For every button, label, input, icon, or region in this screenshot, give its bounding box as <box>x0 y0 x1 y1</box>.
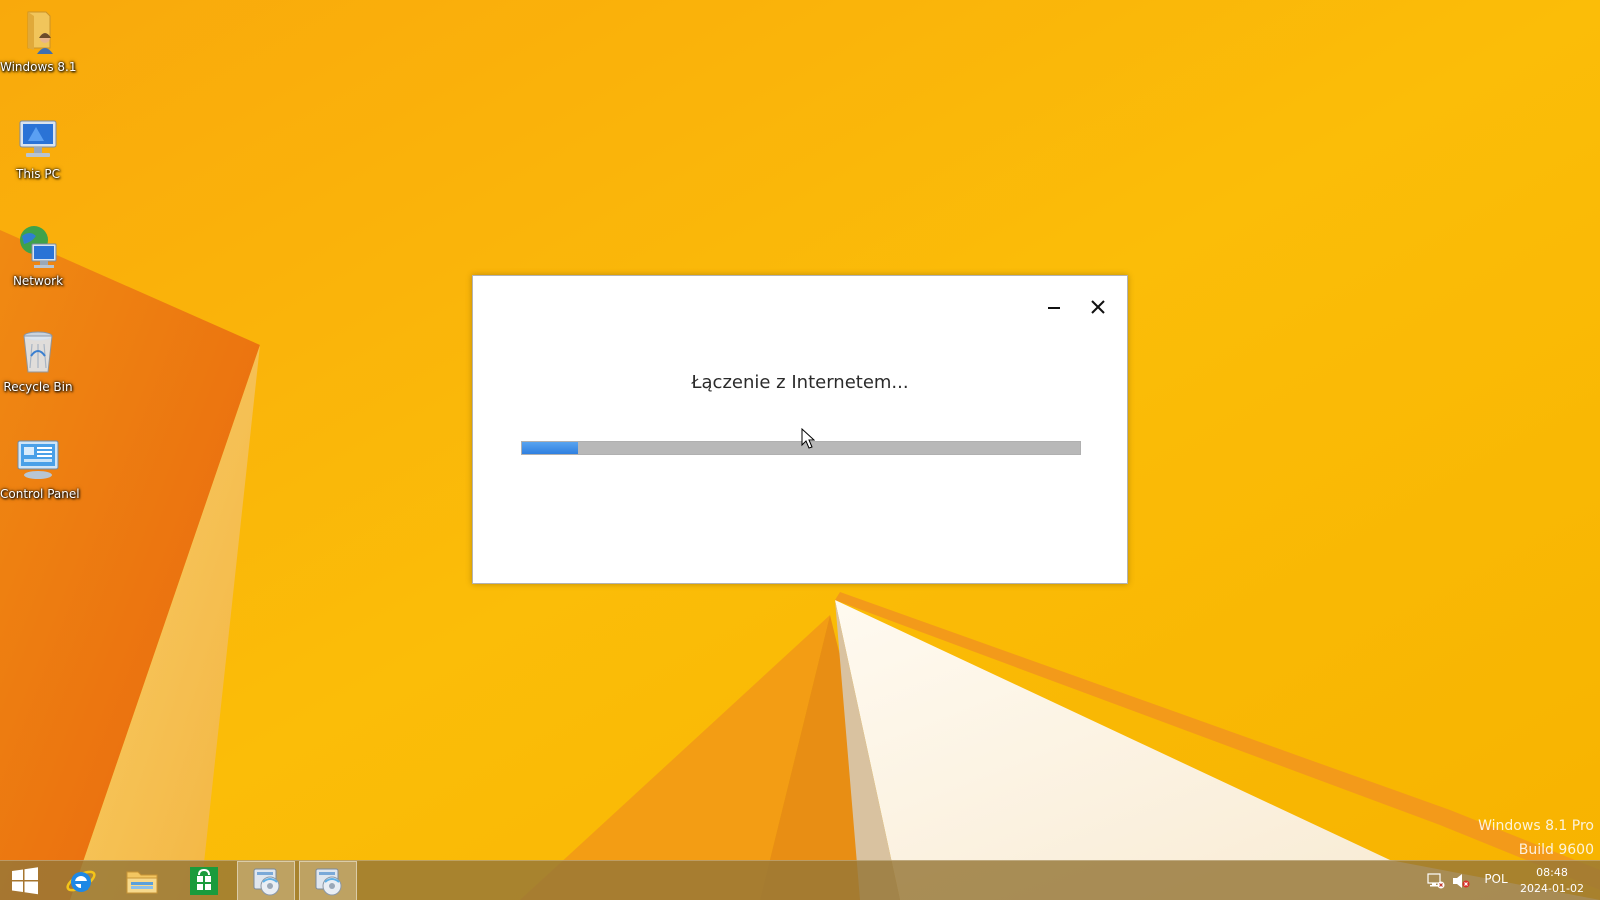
desktop-icon-label: This PC <box>16 167 60 181</box>
desktop-icon-label: Control Panel <box>0 487 80 501</box>
internet-explorer-icon <box>66 870 96 892</box>
watermark-build: Build 9600 <box>1518 842 1594 858</box>
mouse-cursor-icon <box>801 428 815 449</box>
tray-time: 08:48 <box>1536 866 1568 879</box>
desktop-icon-network[interactable]: Network <box>0 222 76 288</box>
tray-volume-button[interactable] <box>1452 873 1470 889</box>
desktop-icon-control-panel[interactable]: Control Panel <box>0 435 80 501</box>
desktop-icon-windows-81[interactable]: Windows 8.1 <box>0 8 76 74</box>
close-button[interactable] <box>1083 294 1113 320</box>
setup-icon <box>253 868 280 896</box>
setup-dialog: Łączenie z Internetem... <box>472 275 1128 584</box>
tray-clock[interactable]: 08:48 2024-01-02 <box>1516 865 1588 897</box>
desktop-icon-label: Recycle Bin <box>3 380 73 394</box>
desktop-icon-this-pc[interactable]: This PC <box>0 115 76 181</box>
progress-fill <box>522 442 578 454</box>
windows-start-icon <box>12 867 38 895</box>
status-message: Łączenie z Internetem... <box>691 372 909 393</box>
network-icon <box>20 226 57 268</box>
recycle-bin-icon <box>23 331 53 373</box>
tray-network-button[interactable] <box>1427 873 1445 889</box>
minimize-icon <box>1048 307 1060 309</box>
store-icon <box>190 867 218 895</box>
desktop-icon-label: Windows 8.1 <box>0 60 77 74</box>
taskbar-internet-explorer[interactable] <box>52 861 110 900</box>
watermark-edition: Windows 8.1 Pro <box>1478 818 1594 834</box>
taskbar-file-explorer[interactable] <box>113 861 171 900</box>
windows-watermark: Windows 8.1 Pro Build 9600 <box>1478 814 1594 862</box>
file-explorer-icon <box>126 871 158 894</box>
user-folder-icon <box>27 11 53 54</box>
taskbar: POL 08:48 2024-01-02 <box>0 860 1600 900</box>
tray-date: 2024-01-02 <box>1520 882 1584 895</box>
taskbar-store[interactable] <box>175 861 233 900</box>
desktop-icon-label: Network <box>12 274 64 288</box>
close-icon <box>1091 300 1105 314</box>
volume-muted-icon <box>1453 874 1470 888</box>
control-panel-icon <box>17 440 59 479</box>
setup-icon <box>315 868 342 896</box>
taskbar-setup-1[interactable] <box>237 861 295 900</box>
taskbar-setup-2[interactable] <box>299 861 357 900</box>
start-button[interactable] <box>0 861 50 900</box>
minimize-button[interactable] <box>1039 294 1069 320</box>
network-tray-icon <box>1427 873 1445 889</box>
desktop-icon-recycle-bin[interactable]: Recycle Bin <box>0 328 76 394</box>
computer-icon <box>19 120 57 157</box>
tray-language-indicator[interactable]: POL <box>1480 872 1512 886</box>
